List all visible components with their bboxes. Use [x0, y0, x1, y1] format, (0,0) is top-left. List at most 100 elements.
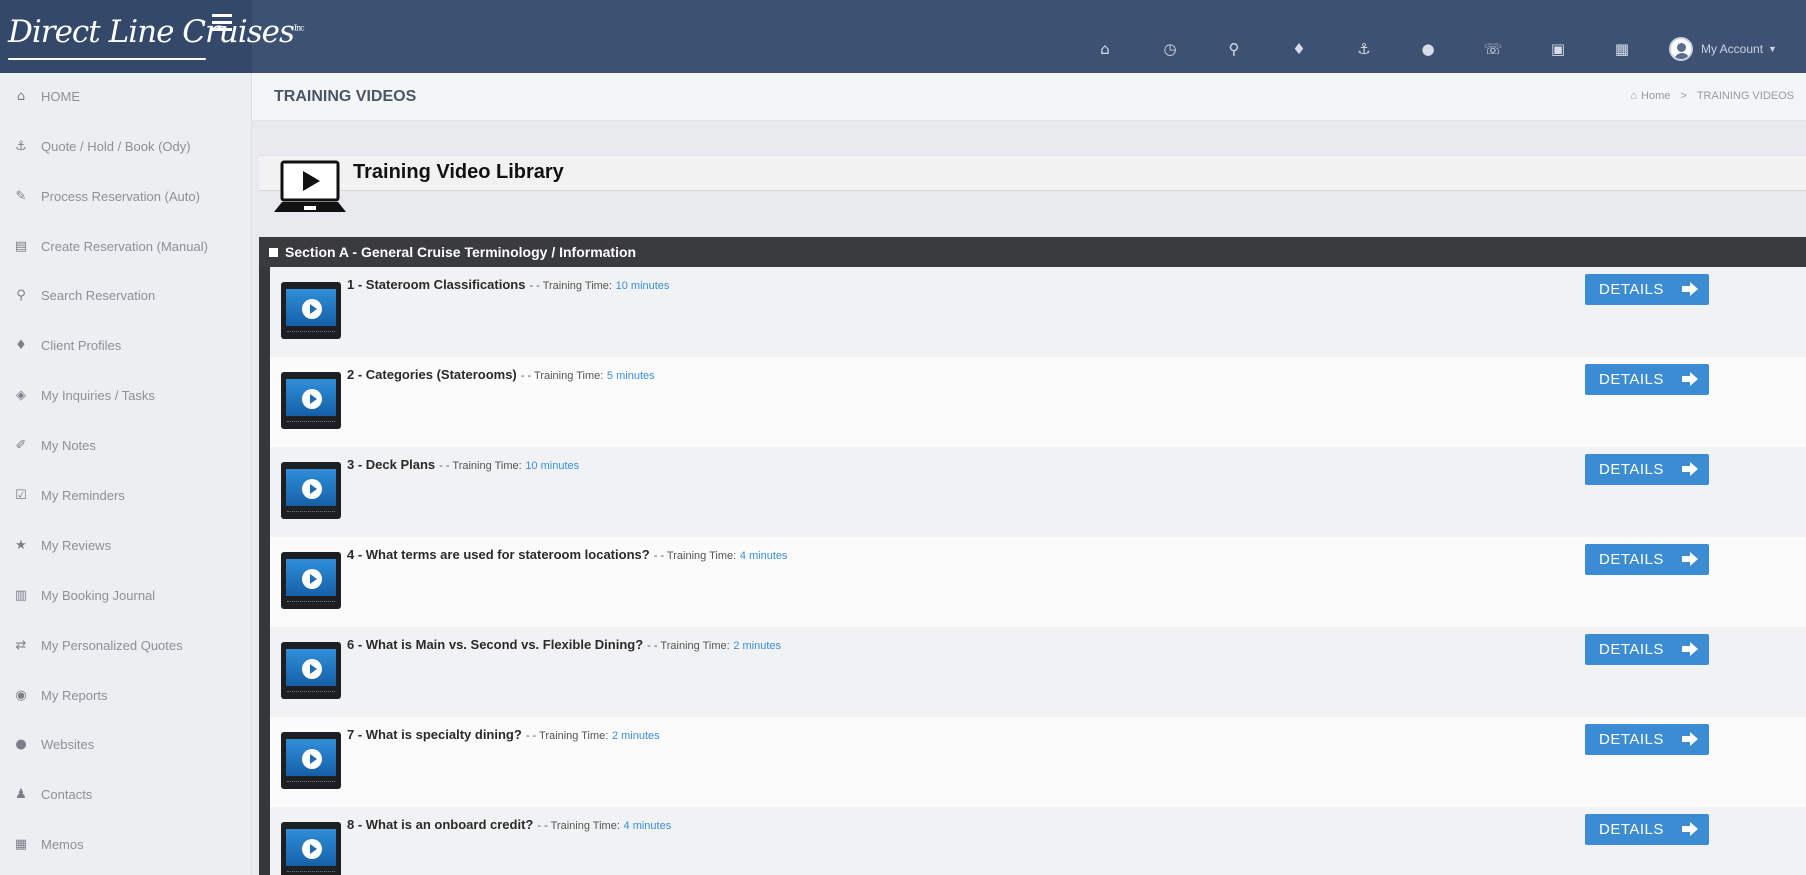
sidebar-item-label: My Reminders: [41, 487, 125, 503]
video-thumbnail[interactable]: [281, 372, 341, 429]
avatar: [1669, 37, 1693, 61]
sidebar-item-quote-hold-book[interactable]: ⚓ Quote / Hold / Book (Ody): [0, 131, 252, 161]
video-thumbnail[interactable]: [281, 462, 341, 519]
sidebar-item-label: HOME: [41, 88, 80, 104]
details-button-label: DETAILS: [1599, 551, 1664, 568]
play-icon: [302, 389, 322, 409]
sidebar-item-home[interactable]: ⌂ HOME: [0, 81, 252, 111]
sidebar-item-reports[interactable]: ◉ My Reports: [0, 680, 252, 710]
sidebar-item-label: Client Profiles: [41, 337, 122, 353]
menu-toggle-icon[interactable]: [212, 14, 232, 32]
search-icon[interactable]: ⚲: [1222, 38, 1246, 60]
play-icon: [302, 839, 322, 859]
home-icon[interactable]: ⌂: [1093, 38, 1117, 60]
library-title: Training Video Library: [353, 161, 564, 183]
section-title: Section A - General Cruise Terminology /…: [285, 244, 637, 260]
home-icon: ⌂: [1630, 90, 1638, 102]
book-icon: ▥: [14, 587, 28, 603]
breadcrumb-current: TRAINING VIDEOS: [1696, 90, 1794, 102]
details-button-label: DETAILS: [1599, 461, 1664, 478]
sidebar-item-client-profiles[interactable]: ♦ Client Profiles: [0, 330, 252, 360]
sidebar-item-label: My Reports: [41, 687, 108, 703]
sidebar-item-websites[interactable]: ● Websites: [0, 729, 252, 759]
video-title: 6 - What is Main vs. Second vs. Flexible…: [347, 637, 644, 652]
video-row: 3 - Deck Plans - - Training Time: 10 minu…: [270, 447, 1806, 537]
paperclip-icon: ✐: [15, 437, 27, 453]
video-row: 4 - What terms are used for stateroom lo…: [270, 537, 1806, 627]
sidebar-item-search-reservation[interactable]: ⚲ Search Reservation: [0, 280, 252, 310]
details-button[interactable]: DETAILS: [1585, 724, 1709, 755]
sidebar-item-notes[interactable]: ✐ My Notes: [0, 430, 252, 460]
globe-icon[interactable]: ●: [1416, 38, 1440, 60]
sidebar-item-reminders[interactable]: ☑ My Reminders: [0, 480, 252, 510]
video-title: 3 - Deck Plans: [347, 457, 436, 472]
training-time-label: - - Training Time:: [529, 280, 612, 292]
checkbox-icon: ☑: [15, 487, 27, 503]
sidebar-item-label: My Notes: [41, 437, 96, 453]
chevron-down-icon: ▼: [1768, 44, 1777, 54]
video-thumbnail[interactable]: [281, 732, 341, 789]
sidebar-item-label: Contacts: [41, 786, 93, 802]
file-icon: ▤: [14, 238, 28, 254]
sidebar-item-contacts[interactable]: ♟ Contacts: [0, 779, 252, 809]
details-button[interactable]: DETAILS: [1585, 814, 1709, 845]
breadcrumb-home-link[interactable]: Home: [1641, 90, 1670, 102]
sidebar-item-label: My Personalized Quotes: [41, 637, 183, 653]
training-time-value: 10 minutes: [615, 280, 670, 292]
video-title: 4 - What terms are used for stateroom lo…: [347, 547, 650, 562]
video-thumbnail[interactable]: [281, 642, 341, 699]
sidebar-item-reviews[interactable]: ★ My Reviews: [0, 530, 252, 560]
dashboard-icon: ◉: [15, 687, 27, 703]
details-button-label: DETAILS: [1599, 641, 1664, 658]
globe-icon: ●: [15, 736, 27, 752]
video-library-icon: [274, 160, 346, 212]
details-button[interactable]: DETAILS: [1585, 544, 1709, 575]
window-icon[interactable]: ▣: [1546, 38, 1570, 60]
training-time-value: 5 minutes: [606, 370, 655, 382]
sidebar-item-create-reservation[interactable]: ▤ Create Reservation (Manual): [0, 231, 252, 261]
sidebar-item-label: Memos: [41, 836, 84, 852]
sidebar-item-label: My Booking Journal: [41, 587, 156, 603]
details-button[interactable]: DETAILS: [1585, 364, 1709, 395]
details-button[interactable]: DETAILS: [1585, 454, 1709, 485]
person-icon[interactable]: ♦: [1287, 38, 1311, 60]
details-button-label: DETAILS: [1599, 821, 1664, 838]
sidebar-item-booking-journal[interactable]: ▥ My Booking Journal: [0, 580, 252, 610]
anchor-icon[interactable]: ⚓: [1352, 38, 1376, 60]
video-title: 8 - What is an onboard credit?: [347, 817, 534, 832]
clock-icon[interactable]: ◷: [1158, 38, 1182, 60]
sidebar-item-personalized-quotes[interactable]: ⇄ My Personalized Quotes: [0, 630, 252, 660]
sidebar-item-inquiries-tasks[interactable]: ◈ My Inquiries / Tasks: [0, 380, 252, 410]
phone-icon[interactable]: ☏: [1481, 38, 1505, 60]
training-time-label: - - Training Time:: [439, 460, 522, 472]
account-menu[interactable]: My Account ▼: [1669, 36, 1777, 62]
sidebar-item-memos[interactable]: ▦ Memos: [0, 829, 252, 859]
details-button-label: DETAILS: [1599, 371, 1664, 388]
sidebar-item-label: My Inquiries / Tasks: [41, 387, 155, 403]
square-bullet-icon: [269, 247, 278, 257]
logo-underline: [8, 58, 206, 60]
sidebar-item-label: Process Reservation (Auto): [41, 188, 200, 204]
top-navbar: Direct Line CruisesInc ⌂ ◷ ⚲ ♦ ⚓ ● ☏ ▣ ▦…: [0, 0, 1806, 73]
video-thumbnail[interactable]: [281, 552, 341, 609]
sidebar-item-process-reservation[interactable]: ✎ Process Reservation (Auto): [0, 181, 252, 211]
training-time-label: - - Training Time:: [647, 640, 730, 652]
brand-logo[interactable]: Direct Line CruisesInc: [8, 14, 305, 50]
video-thumbnail[interactable]: [281, 822, 341, 875]
calendar-icon[interactable]: ▦: [1610, 38, 1634, 60]
play-icon: [302, 659, 322, 679]
training-time-label: - - Training Time:: [525, 730, 609, 742]
arrow-right-icon: [1682, 642, 1698, 656]
memo-icon: ▦: [14, 836, 28, 852]
details-button[interactable]: DETAILS: [1585, 274, 1709, 305]
search-icon: ⚲: [16, 287, 26, 303]
video-row: 8 - What is an onboard credit? - - Traini…: [270, 807, 1806, 875]
list-rail: [259, 267, 270, 875]
video-thumbnail[interactable]: [281, 282, 341, 339]
training-time-value: 4 minutes: [739, 550, 788, 562]
logo-area: Direct Line CruisesInc: [0, 0, 305, 73]
training-time-label: - - Training Time:: [520, 370, 604, 382]
sidebar: ⌂ HOME ⚓ Quote / Hold / Book (Ody) ✎ Proces…: [0, 73, 252, 875]
details-button[interactable]: DETAILS: [1585, 634, 1709, 665]
arrow-right-icon: [1682, 552, 1698, 566]
